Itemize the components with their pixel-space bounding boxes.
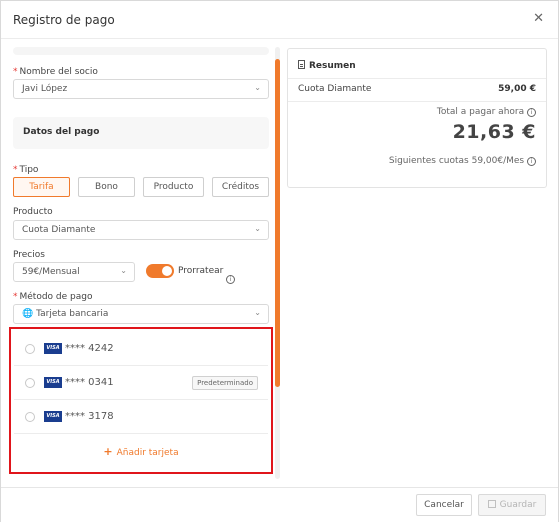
product-value: Cuota Diamante — [22, 225, 96, 235]
visa-icon: VISA — [44, 343, 62, 354]
payment-section-header: Datos del pago — [13, 117, 269, 149]
card-row[interactable]: VISA **** 4242 — [14, 332, 268, 366]
chevron-down-icon: ⌄ — [254, 308, 261, 317]
scrollbar-thumb[interactable] — [275, 59, 280, 387]
summary-panel: Resumen Cuota Diamante 59,00 € Total a p… — [287, 48, 547, 188]
type-option-bono[interactable]: Bono — [78, 177, 135, 197]
summary-title: Resumen — [298, 60, 356, 71]
add-card-button[interactable]: + Añadir tarjeta — [14, 436, 268, 468]
partner-select[interactable]: Javi López ⌄ — [13, 79, 269, 99]
type-option-creditos[interactable]: Créditos — [212, 177, 269, 197]
visa-icon: VISA — [44, 411, 62, 422]
price-select[interactable]: 59€/Mensual ⌄ — [13, 262, 135, 282]
document-icon — [298, 60, 305, 69]
prorate-toggle[interactable] — [146, 264, 174, 278]
payment-modal: Registro de pago ✕ * Nombre del socio Jav… — [0, 0, 559, 522]
info-icon: i — [527, 108, 536, 117]
info-icon: i — [527, 157, 536, 166]
card-number: **** 3178 — [65, 411, 114, 422]
globe-icon: 🌐 — [22, 309, 34, 319]
total-amount: 21,63 € — [452, 121, 536, 143]
save-button[interactable]: Guardar — [478, 494, 546, 516]
top-strip — [13, 47, 269, 55]
product-select[interactable]: Cuota Diamante ⌄ — [13, 220, 269, 240]
summary-item-price: 59,00 € — [498, 84, 536, 94]
card-row[interactable]: VISA **** 3178 — [14, 400, 268, 434]
price-value: 59€/Mensual — [22, 267, 80, 277]
visa-icon: VISA — [44, 377, 62, 388]
toggle-knob — [162, 266, 172, 276]
form-panel: * Nombre del socio Javi López ⌄ Datos del… — [1, 39, 283, 486]
chevron-down-icon: ⌄ — [254, 83, 261, 92]
type-option-producto[interactable]: Producto — [143, 177, 204, 197]
card-list: VISA **** 4242 VISA **** 0341 Predetermi… — [9, 327, 273, 474]
chevron-down-icon: ⌄ — [254, 224, 261, 233]
payment-method-select[interactable]: 🌐 Tarjeta bancaria ⌄ — [13, 304, 269, 324]
prorate-label: Prorratear — [178, 266, 224, 276]
type-label: * Tipo — [13, 165, 39, 175]
info-icon[interactable]: i — [226, 266, 235, 285]
total-label: Total a pagar ahora i — [437, 107, 536, 117]
section-title: Datos del pago — [23, 127, 100, 137]
chevron-down-icon: ⌄ — [120, 266, 127, 275]
partner-label: * Nombre del socio — [13, 67, 98, 77]
modal-title: Registro de pago — [13, 13, 115, 27]
card-radio[interactable] — [25, 412, 35, 422]
card-number: **** 4242 — [65, 343, 114, 354]
close-icon[interactable]: ✕ — [533, 12, 544, 26]
default-badge: Predeterminado — [192, 376, 258, 390]
plus-icon: + — [103, 445, 113, 458]
next-fees: Siguientes cuotas 59,00€/Mes i — [389, 156, 536, 166]
card-number: **** 0341 — [65, 377, 114, 388]
divider — [288, 78, 546, 79]
modal-header: Registro de pago ✕ — [1, 1, 558, 39]
card-radio[interactable] — [25, 344, 35, 354]
cancel-button[interactable]: Cancelar — [416, 494, 472, 516]
divider — [288, 101, 546, 102]
modal-footer: Cancelar Guardar — [1, 487, 558, 522]
prices-label: Precios — [13, 250, 45, 260]
payment-method-value: Tarjeta bancaria — [36, 309, 109, 319]
type-option-tarifa[interactable]: Tarifa — [13, 177, 70, 197]
add-card-label: Añadir tarjeta — [116, 448, 179, 458]
card-row[interactable]: VISA **** 0341 Predeterminado — [14, 366, 268, 400]
payment-method-label: * Método de pago — [13, 292, 93, 302]
save-icon — [487, 500, 496, 508]
product-label: Producto — [13, 207, 53, 217]
card-radio[interactable] — [25, 378, 35, 388]
summary-item-name: Cuota Diamante — [298, 84, 372, 94]
partner-value: Javi López — [22, 84, 68, 94]
